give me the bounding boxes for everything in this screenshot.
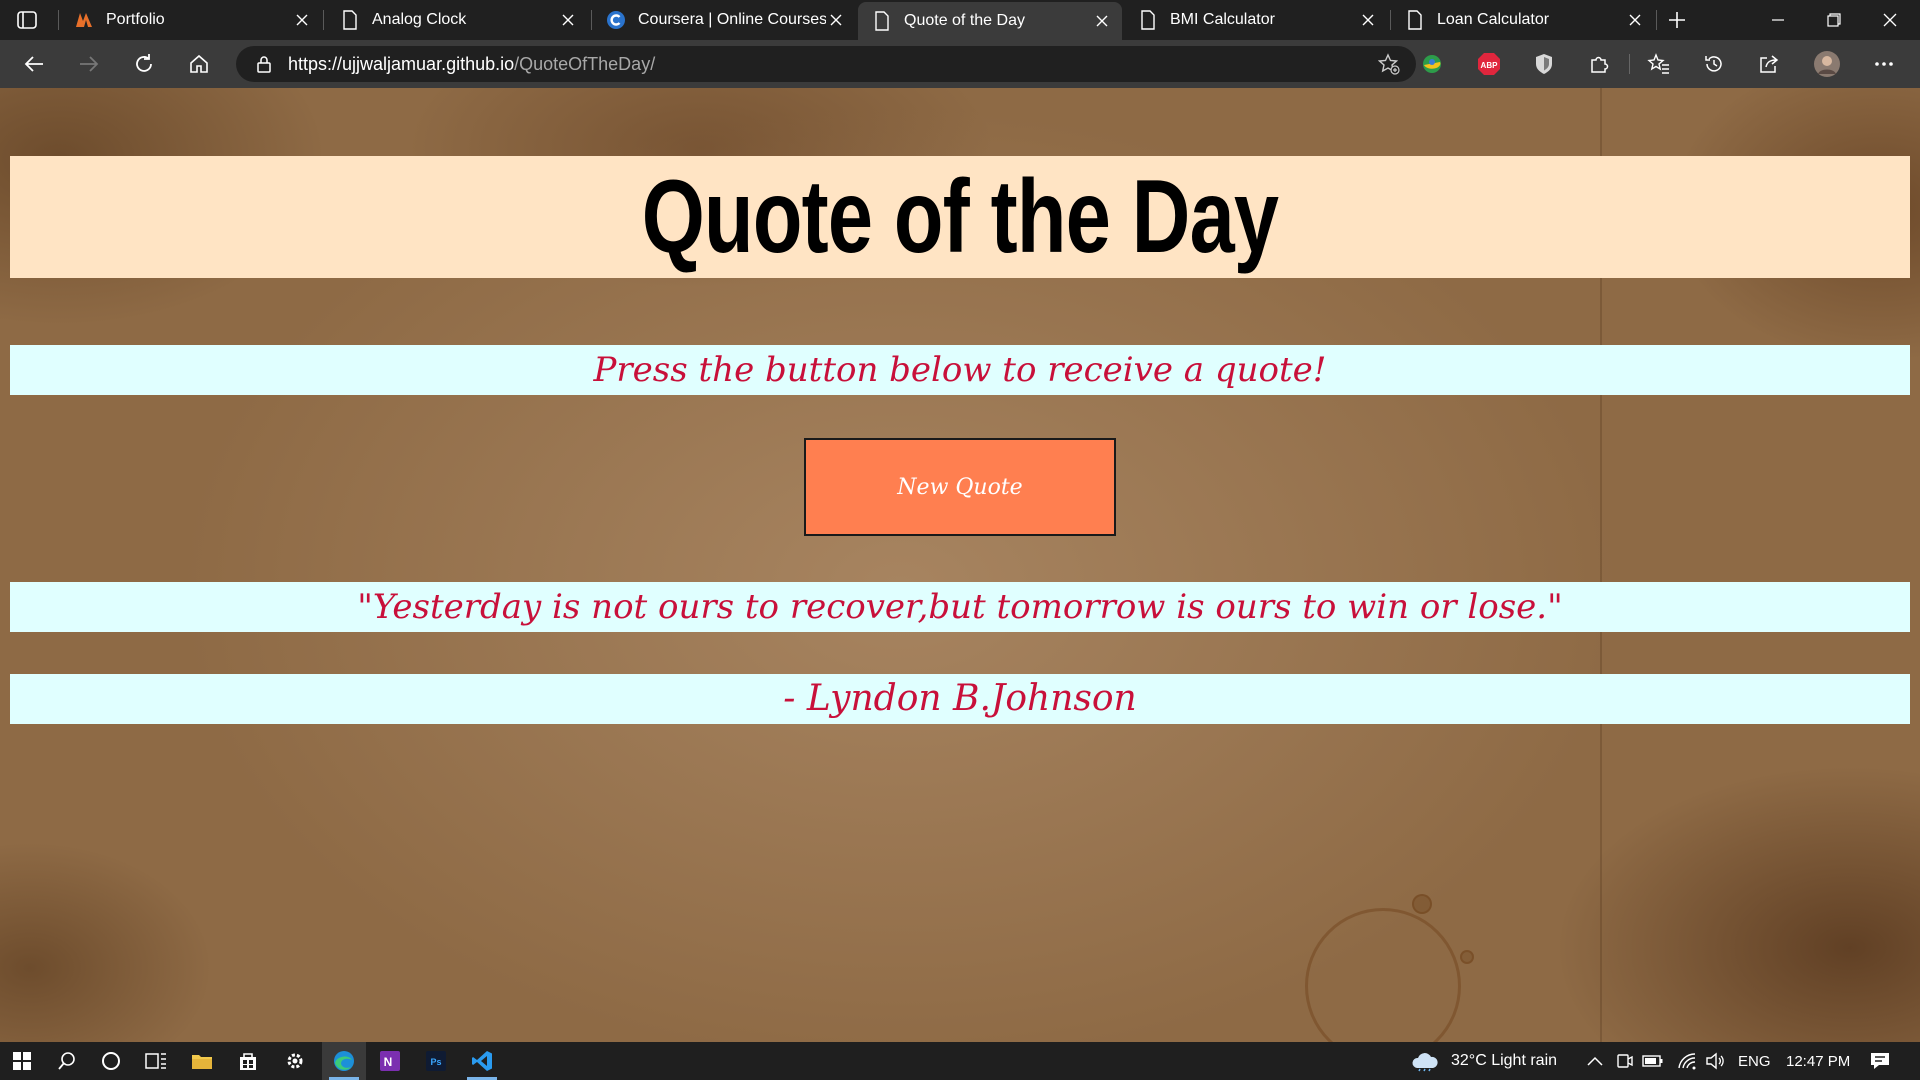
tab-title: Loan Calculator (1437, 11, 1550, 28)
tab-actions-icon[interactable] (16, 9, 38, 31)
url-path: /QuoteOfTheDay/ (514, 53, 656, 74)
prompt-text: Press the button below to receive a quot… (10, 345, 1910, 395)
page-title: Quote of the Day (641, 159, 1279, 275)
close-icon[interactable] (1625, 10, 1645, 30)
quote-author: - Lyndon B.Johnson (10, 674, 1910, 724)
minimize-icon[interactable] (1750, 0, 1806, 40)
url-host: https://ujjwaljamuar.github.io (288, 53, 515, 74)
tab-analog-clock[interactable]: Analog Clock (326, 0, 588, 40)
coffee-stain (1460, 950, 1474, 964)
language-indicator[interactable]: ENG (1738, 1042, 1771, 1080)
edge-extension-icon[interactable] (1417, 49, 1447, 79)
home-icon[interactable] (184, 49, 214, 79)
page-icon (872, 11, 892, 31)
coffee-stain (1305, 908, 1461, 1042)
windows-start-icon[interactable] (7, 1046, 37, 1076)
tab-separator (1656, 10, 1657, 30)
address-bar[interactable]: https://ujjwaljamuar.github.io/QuoteOfTh… (236, 46, 1416, 82)
close-window-icon[interactable] (1862, 0, 1918, 40)
close-icon[interactable] (826, 10, 846, 30)
quote-text: "Yesterday is not ours to recover,but to… (10, 582, 1910, 632)
notifications-icon[interactable] (1865, 1046, 1895, 1076)
add-favorite-icon[interactable] (1377, 53, 1400, 75)
tab-title: Analog Clock (372, 11, 467, 28)
meet-now-icon[interactable] (1610, 1046, 1640, 1076)
tab-separator (58, 10, 59, 30)
svg-text:Ps: Ps (430, 1057, 441, 1067)
browser-toolbar: https://ujjwaljamuar.github.io/QuoteOfTh… (0, 40, 1920, 88)
tab-portfolio[interactable]: Portfolio (60, 0, 322, 40)
tab-title: BMI Calculator (1170, 11, 1275, 28)
store-icon[interactable] (233, 1046, 263, 1076)
adblock-plus-icon[interactable]: ABP (1474, 49, 1504, 79)
page-background: Quote of the Day Press the button below … (0, 88, 1920, 1042)
close-icon[interactable] (292, 10, 312, 30)
clock-time[interactable]: 12:47 PM (1786, 1042, 1850, 1080)
restore-icon[interactable] (1806, 0, 1862, 40)
page-icon (1138, 10, 1158, 30)
battery-icon[interactable] (1638, 1046, 1668, 1076)
wifi-icon[interactable] (1672, 1046, 1702, 1076)
extensions-puzzle-icon[interactable] (1584, 49, 1614, 79)
portfolio-logo-icon (74, 10, 94, 30)
weather-cloud-icon[interactable] (1410, 1046, 1440, 1076)
shield-icon[interactable] (1529, 49, 1559, 79)
more-options-icon[interactable] (1869, 49, 1899, 79)
refresh-icon[interactable] (129, 49, 159, 79)
tab-strip: Portfolio Analog Clock Coursera | Online… (0, 0, 1920, 40)
toolbar-divider (1629, 54, 1630, 74)
lock-icon[interactable] (254, 54, 274, 74)
tab-title: Coursera | Online Courses & Credentials … (638, 11, 826, 28)
new-quote-button[interactable]: New Quote (804, 438, 1116, 536)
coffee-stain (1412, 894, 1432, 914)
weather-text[interactable]: 32°C Light rain (1451, 1042, 1557, 1080)
url-text: https://ujjwaljamuar.github.io/QuoteOfTh… (288, 54, 655, 75)
page-icon (340, 10, 360, 30)
vscode-icon[interactable] (467, 1046, 497, 1080)
tab-bmi-calculator[interactable]: BMI Calculator (1124, 0, 1388, 40)
close-icon[interactable] (1092, 11, 1112, 31)
forward-arrow-icon[interactable] (74, 49, 104, 79)
chevron-up-icon[interactable] (1580, 1046, 1610, 1076)
favorites-icon[interactable] (1644, 49, 1674, 79)
profile-avatar[interactable] (1812, 49, 1842, 79)
photoshop-icon[interactable]: Ps (421, 1046, 451, 1076)
tab-coursera[interactable]: Coursera | Online Courses & Credentials … (592, 0, 856, 40)
search-icon[interactable] (52, 1046, 82, 1076)
svg-text:N: N (384, 1055, 393, 1069)
file-explorer-icon[interactable] (187, 1046, 217, 1076)
coursera-logo-icon (606, 10, 626, 30)
tab-loan-calculator[interactable]: Loan Calculator (1391, 0, 1655, 40)
back-arrow-icon[interactable] (19, 49, 49, 79)
tab-title: Quote of the Day (904, 12, 1025, 29)
tab-quote-of-the-day[interactable]: Quote of the Day (858, 2, 1122, 40)
taskbar: N Ps 32°C Light rain ENG 12:47 PM (0, 1042, 1920, 1080)
cortana-icon[interactable] (96, 1046, 126, 1076)
page-icon (1405, 10, 1425, 30)
new-tab-plus-icon[interactable] (1665, 8, 1689, 32)
edge-browser-icon[interactable] (329, 1046, 359, 1080)
task-view-icon[interactable] (141, 1046, 171, 1076)
tab-separator (323, 10, 324, 30)
onenote-icon[interactable]: N (375, 1046, 405, 1076)
svg-text:ABP: ABP (1481, 61, 1499, 70)
settings-gear-icon[interactable] (280, 1046, 310, 1076)
share-icon[interactable] (1754, 49, 1784, 79)
close-icon[interactable] (1358, 10, 1378, 30)
volume-icon[interactable] (1700, 1046, 1730, 1076)
tab-title: Portfolio (106, 11, 165, 28)
close-icon[interactable] (558, 10, 578, 30)
title-banner: Quote of the Day (10, 156, 1910, 278)
history-icon[interactable] (1699, 49, 1729, 79)
